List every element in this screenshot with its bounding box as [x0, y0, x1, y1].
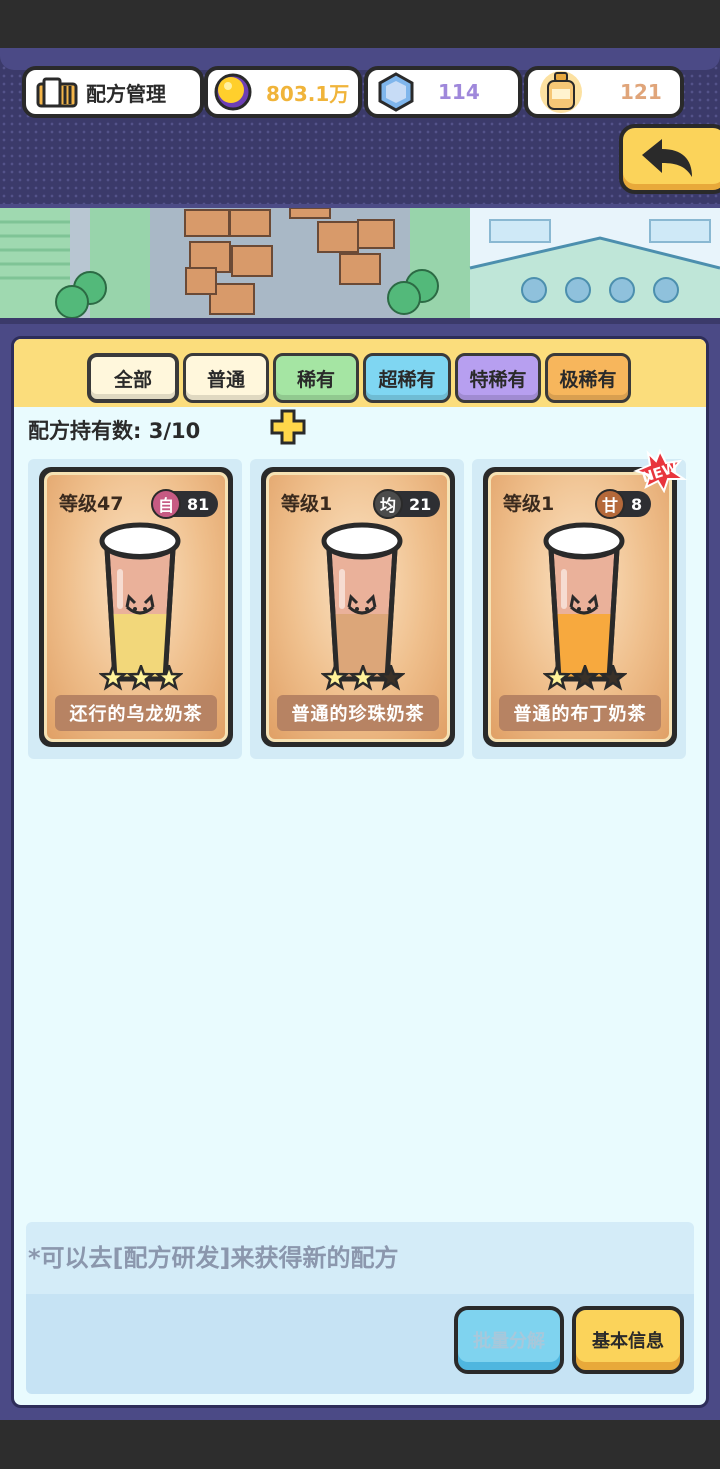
star-icon [321, 665, 350, 691]
recipe-count: 配方持有数: 3/10 [28, 419, 201, 443]
hint-text: *可以去[配方研发]来获得新的配方 [26, 1222, 694, 1294]
batch-decompose-button[interactable]: 批量分解 [454, 1306, 564, 1374]
attribute-icon: 自 [151, 489, 181, 519]
star-rating [321, 665, 405, 691]
back-arrow-icon [642, 139, 692, 177]
attribute-icon: 均 [373, 489, 403, 519]
star-icon [543, 665, 572, 691]
recipe-book-icon [36, 77, 78, 108]
attribute-badge: 自 81 [151, 489, 219, 519]
recipe-card-face: 等级1 均 21 普通的珍珠奶茶 [266, 472, 450, 742]
bottle-amount: 121 [620, 80, 662, 104]
star-icon [348, 665, 378, 691]
back-button[interactable] [619, 124, 720, 194]
plus-icon[interactable] [270, 409, 306, 445]
recipe-level: 等级1 [503, 493, 555, 515]
new-badge-icon: NEW [633, 449, 688, 493]
recipe-card-face: 等级47 自 81 还行的乌龙奶茶 [44, 472, 228, 742]
scene-illustration [0, 208, 720, 324]
star-rating [543, 665, 627, 691]
tab-common[interactable]: 普通 [183, 353, 269, 403]
star-icon [126, 665, 156, 691]
recipe-name: 还行的乌龙奶茶 [55, 695, 217, 731]
nav-bar-bottom [0, 1420, 720, 1469]
recipe-name: 普通的布丁奶茶 [499, 695, 661, 731]
milk-tea-cup-icon [321, 522, 403, 682]
tab-special-rare[interactable]: 特稀有 [455, 353, 541, 403]
star-rating [99, 665, 183, 691]
status-bar-top [0, 0, 720, 48]
recipe-level: 等级47 [59, 493, 124, 515]
tab-all[interactable]: 全部 [87, 353, 179, 403]
tab-ultra-rare[interactable]: 极稀有 [545, 353, 631, 403]
star-icon [570, 665, 600, 691]
star-icon [598, 665, 627, 691]
tab-rare[interactable]: 稀有 [273, 353, 359, 403]
basic-info-button[interactable]: 基本信息 [572, 1306, 684, 1374]
attribute-badge: 均 21 [373, 489, 441, 519]
gem-counter[interactable]: 114 [364, 66, 522, 118]
recipe-card[interactable]: 等级1 甘 8 普通的布丁奶茶 [483, 467, 677, 747]
attribute-badge: 甘8 [595, 489, 652, 519]
tab-super-rare[interactable]: 超稀有 [363, 353, 451, 403]
attribute-icon: 甘 [595, 489, 625, 519]
recipe-card[interactable]: 等级1 均 21 普通的珍珠奶茶 [261, 467, 455, 747]
footer-bar: 批量分解 基本信息 [26, 1294, 694, 1394]
recipe-name: 普通的珍珠奶茶 [277, 695, 439, 731]
rarity-tab-bar: 全部 普通 稀有 超稀有 特稀有 极稀有 [14, 339, 706, 407]
recipe-slot: 等级1 均 21 普通的珍珠奶茶 [250, 459, 464, 759]
star-icon [376, 665, 405, 691]
star-icon [99, 665, 128, 691]
recipe-panel: 全部 普通 稀有 超稀有 特稀有 极稀有 配方持有数: 3/10 等级47 自 81… [11, 336, 709, 1408]
page-title: 配方管理 [86, 81, 166, 106]
title-pill: 配方管理 [22, 66, 204, 118]
milk-tea-cup-icon [543, 522, 625, 682]
gold-coin-icon [214, 73, 252, 111]
gem-amount: 114 [438, 80, 480, 104]
recipe-slot: 等级1 甘 8 普通的布丁奶茶 NEW [472, 449, 688, 759]
shop-scene-banner [0, 208, 720, 324]
gem-icon [378, 72, 414, 112]
recipe-level: 等级1 [281, 493, 333, 515]
bottle-icon [540, 71, 582, 113]
gold-counter[interactable]: 803.1万 [204, 66, 362, 118]
milk-tea-cup-icon [99, 522, 181, 682]
recipe-card-face: 等级1 甘 8 普通的布丁奶茶 [488, 472, 672, 742]
recipe-slot: 等级47 自 81 还行的乌龙奶茶 [28, 459, 242, 759]
bottle-counter[interactable]: 121 [524, 66, 684, 118]
gold-amount: 803.1万 [266, 81, 350, 106]
star-icon [154, 665, 183, 691]
recipe-card[interactable]: 等级47 自 81 还行的乌龙奶茶 [39, 467, 233, 747]
